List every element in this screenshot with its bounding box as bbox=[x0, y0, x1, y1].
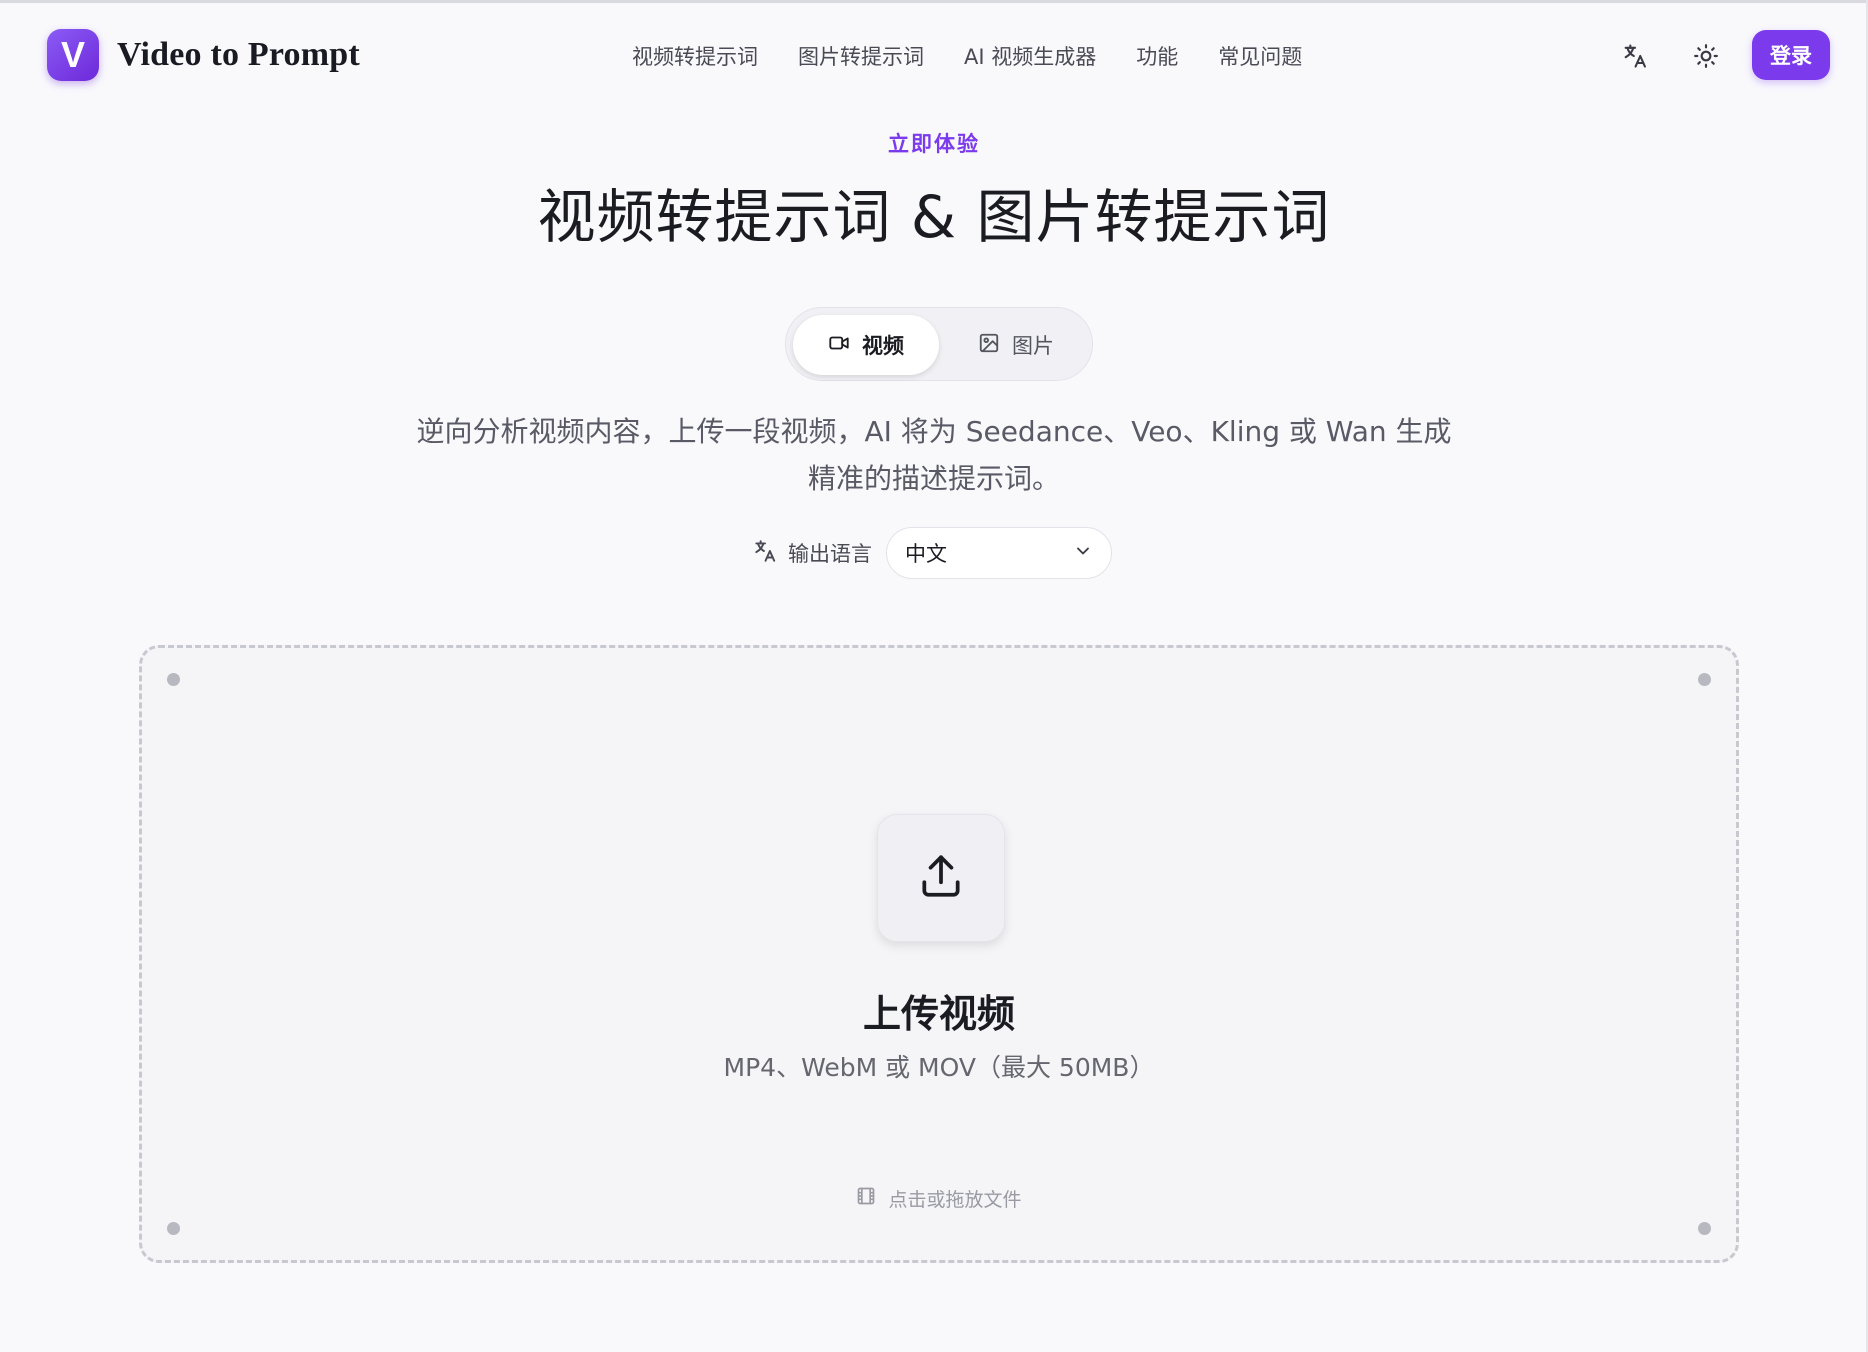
description-line-2: 精准的描述提示词。 bbox=[807, 462, 1060, 495]
translate-icon[interactable] bbox=[1620, 41, 1650, 71]
nav-features[interactable]: 功能 bbox=[1136, 41, 1178, 71]
output-language-select[interactable]: 中文 bbox=[886, 527, 1112, 579]
image-icon bbox=[978, 332, 1000, 359]
drop-note-text: 点击或拖放文件 bbox=[888, 1189, 1022, 1211]
output-language-row: 输出语言 中文 bbox=[752, 527, 1112, 579]
translate-icon bbox=[752, 538, 778, 568]
corner-dot bbox=[167, 673, 180, 686]
mode-toggle: 视频 图片 bbox=[785, 307, 1093, 381]
site-header: V Video to Prompt 视频转提示词 图片转提示词 AI 视频生成器… bbox=[0, 3, 1868, 103]
output-language-label: 输出语言 bbox=[788, 542, 872, 566]
nav-video-to-prompt[interactable]: 视频转提示词 bbox=[632, 41, 758, 71]
upload-button[interactable] bbox=[877, 814, 1005, 942]
brand-logo[interactable]: V Video to Prompt bbox=[47, 29, 360, 81]
tab-image-label: 图片 bbox=[1012, 334, 1054, 358]
logo-icon: V bbox=[47, 29, 99, 81]
description-line-1: 逆向分析视频内容，上传一段视频，AI 将为 Seedance、Veo、Kling… bbox=[416, 415, 1452, 448]
upload-formats: MP4、WebM 或 MOV（最大 50MB） bbox=[723, 1053, 1155, 1082]
video-camera-icon bbox=[828, 332, 850, 359]
upload-title: 上传视频 bbox=[862, 992, 1015, 1036]
corner-dot bbox=[1698, 1222, 1711, 1235]
corner-dot bbox=[1698, 673, 1711, 686]
nav-ai-video-generator[interactable]: AI 视频生成器 bbox=[964, 41, 1096, 71]
tab-video[interactable]: 视频 bbox=[793, 315, 939, 375]
tab-image[interactable]: 图片 bbox=[946, 315, 1086, 375]
corner-dot bbox=[167, 1222, 180, 1235]
drop-note: 点击或拖放文件 bbox=[142, 1185, 1736, 1212]
nav-image-to-prompt[interactable]: 图片转提示词 bbox=[798, 41, 924, 71]
description: 逆向分析视频内容，上传一段视频，AI 将为 Seedance、Veo、Kling… bbox=[380, 408, 1488, 502]
brand-name: Video to Prompt bbox=[117, 36, 360, 73]
hero-eyebrow: 立即体验 bbox=[888, 132, 980, 156]
main-nav: 视频转提示词 图片转提示词 AI 视频生成器 功能 常见问题 bbox=[632, 41, 1302, 71]
sun-icon[interactable] bbox=[1691, 41, 1721, 71]
login-button[interactable]: 登录 bbox=[1752, 30, 1830, 80]
output-language-value: 中文 bbox=[905, 542, 947, 566]
upload-icon bbox=[916, 851, 966, 905]
chevron-down-icon bbox=[1073, 541, 1093, 566]
upload-dropzone[interactable]: 上传视频 MP4、WebM 或 MOV（最大 50MB） 点击或拖放文件 bbox=[139, 645, 1739, 1263]
nav-faq[interactable]: 常见问题 bbox=[1218, 41, 1302, 71]
film-icon bbox=[856, 1186, 876, 1211]
tab-video-label: 视频 bbox=[862, 334, 904, 358]
page-title: 视频转提示词 & 图片转提示词 bbox=[537, 183, 1331, 251]
